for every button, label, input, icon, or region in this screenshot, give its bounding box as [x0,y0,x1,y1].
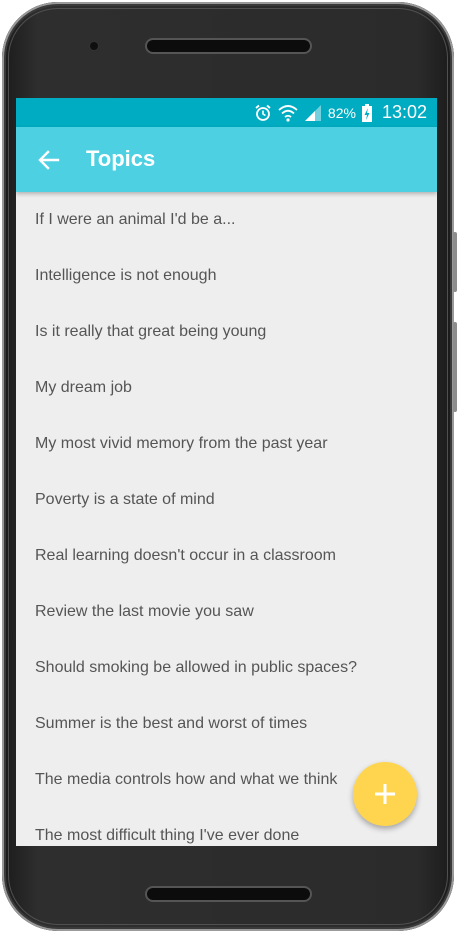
list-item[interactable]: If I were an animal I'd be a... [16,192,437,248]
battery-charging-icon [361,103,372,122]
battery-percent: 82% [327,104,356,121]
add-topic-button[interactable] [353,762,417,826]
alarm-icon [255,104,271,121]
plus-icon [375,784,395,804]
list-item[interactable]: Should smoking be allowed in public spac… [16,640,437,696]
list-item[interactable]: My most vivid memory from the past year [16,416,437,472]
screen: 82% 13:02 Topics If I were an animal I'd… [16,98,437,846]
page-title: Topics [86,146,156,171]
list-item[interactable]: Review the last movie you saw [16,584,437,640]
volume-button [453,322,457,412]
bottom-speaker [147,888,310,900]
earpiece-speaker [147,40,310,52]
list-item[interactable]: Summer is the best and worst of times [16,696,437,752]
status-bar: 82% 13:02 [16,98,437,127]
list-item[interactable]: Is it really that great being young [16,304,437,360]
clock: 13:02 [381,102,427,122]
signal-icon [304,104,321,121]
topics-list: If I were an animal I'd be a... Intellig… [16,192,437,846]
power-button [453,232,457,292]
arrow-back-icon[interactable] [36,147,62,173]
list-item[interactable]: Poverty is a state of mind [16,472,437,528]
list-item[interactable]: My dream job [16,360,437,416]
app-bar: Topics [16,127,437,192]
wifi-icon [278,104,298,122]
front-camera [90,42,98,50]
list-item[interactable]: Real learning doesn't occur in a classro… [16,528,437,584]
list-item[interactable]: Intelligence is not enough [16,248,437,304]
